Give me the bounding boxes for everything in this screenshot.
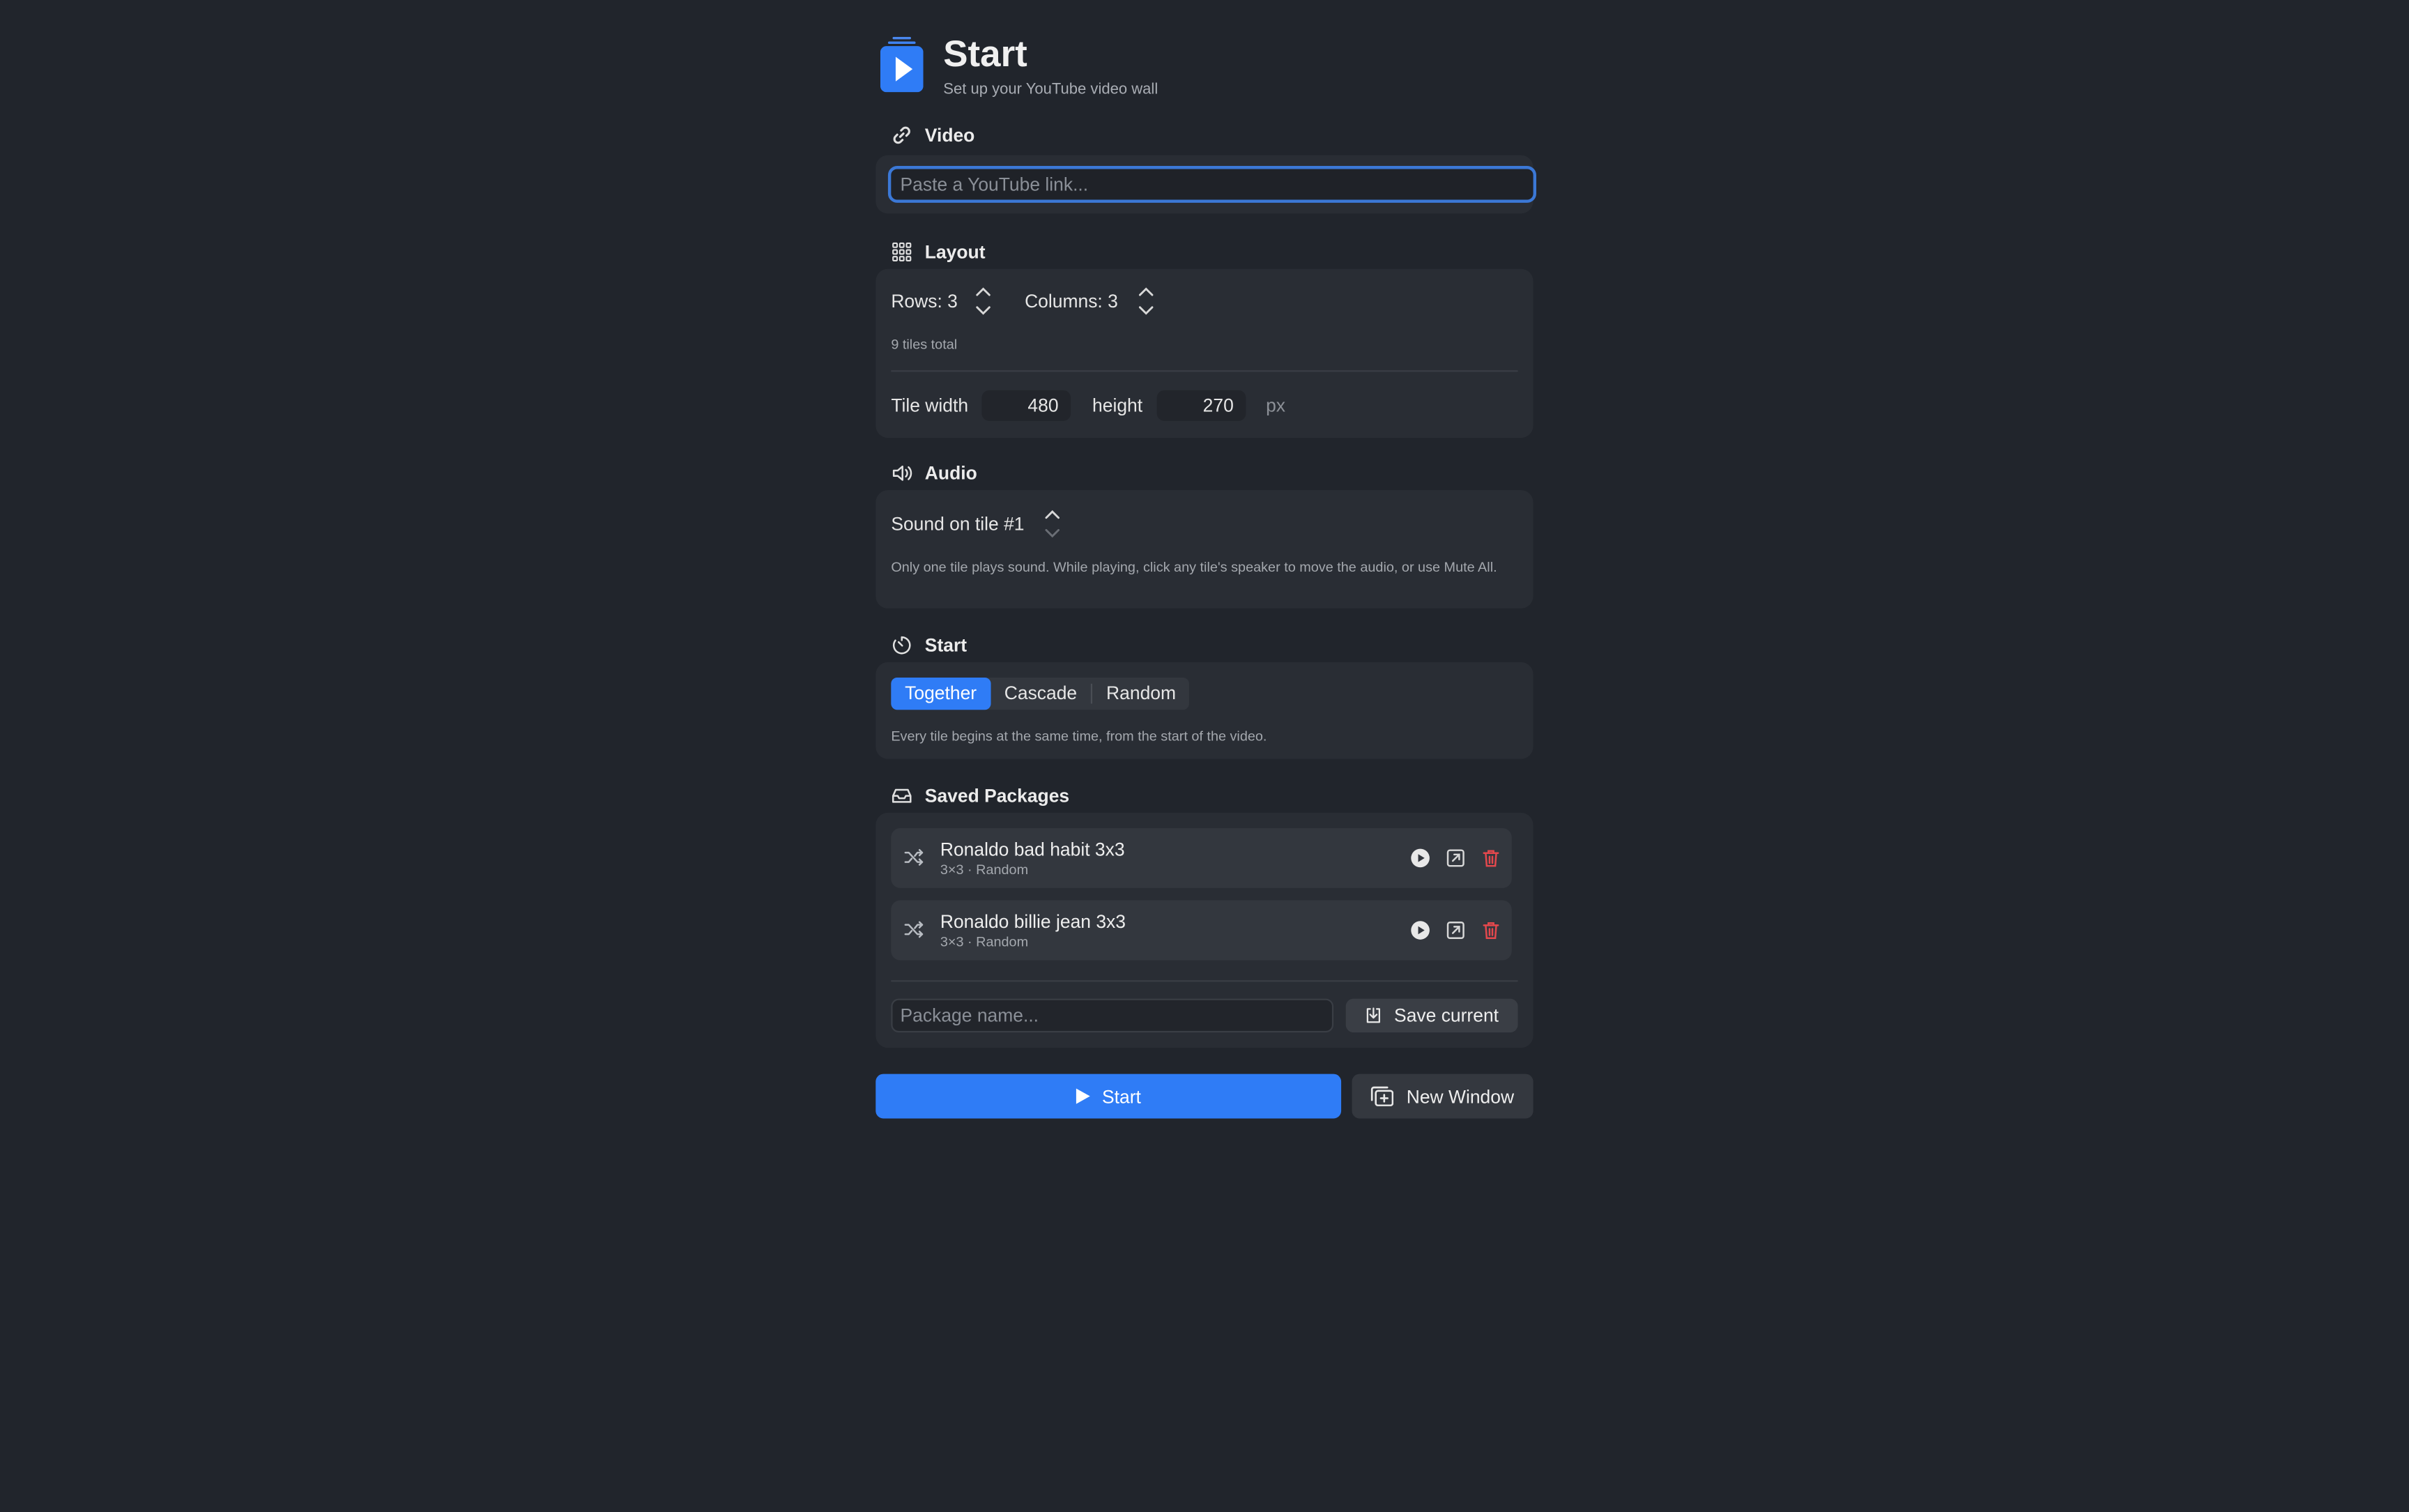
chevron-up-icon xyxy=(1045,510,1060,519)
package-item[interactable]: Ronaldo billie jean 3x3 3×3 · Random xyxy=(891,900,1512,961)
play-stack-icon xyxy=(880,36,924,93)
trash-icon[interactable] xyxy=(1481,920,1501,940)
rows-increment-button[interactable] xyxy=(971,284,995,300)
chevron-up-icon xyxy=(1138,287,1154,296)
start-mode-together[interactable]: Together xyxy=(891,677,991,710)
save-current-button[interactable]: Save current xyxy=(1345,998,1518,1033)
layout-heading-label: Layout xyxy=(924,241,986,263)
page-title: Start xyxy=(943,33,1027,75)
audio-section-heading: Audio xyxy=(891,459,977,487)
shuffle-icon xyxy=(904,921,924,938)
tile-width-label: Tile width xyxy=(891,395,969,417)
save-download-icon xyxy=(1367,1007,1382,1023)
page-subtitle: Set up your YouTube video wall xyxy=(943,81,1158,99)
tiles-total: 9 tiles total xyxy=(891,336,958,352)
video-section-heading: Video xyxy=(891,121,974,149)
start-button-label: Start xyxy=(1101,1085,1141,1107)
play-icon[interactable] xyxy=(1410,848,1430,869)
rows-label: Rows: 3 xyxy=(891,290,958,312)
video-heading-label: Video xyxy=(924,124,975,146)
page-header: Start Set up your YouTube video wall xyxy=(880,33,1526,104)
packages-card: Ronaldo bad habit 3x3 3×3 · Random Ronal… xyxy=(875,812,1534,1048)
new-window-button[interactable]: New Window xyxy=(1352,1074,1534,1119)
trash-icon[interactable] xyxy=(1481,848,1501,869)
packages-divider xyxy=(891,980,1518,982)
start-section-heading: Start xyxy=(891,632,967,659)
chevron-up-icon xyxy=(976,287,991,296)
start-heading-label: Start xyxy=(924,634,968,657)
tile-width-input[interactable]: 480 xyxy=(981,390,1071,421)
shuffle-icon xyxy=(904,848,924,866)
tile-height-input[interactable]: 270 xyxy=(1156,390,1246,421)
video-card xyxy=(875,155,1536,214)
new-window-icon xyxy=(1371,1086,1395,1106)
packages-heading-label: Saved Packages xyxy=(924,785,1070,807)
youtube-url-input[interactable] xyxy=(887,166,1536,203)
tile-unit-label: px xyxy=(1266,395,1286,417)
start-mode-cascade[interactable]: Cascade xyxy=(991,678,1091,710)
audio-note: Only one tile plays sound. While playing… xyxy=(891,559,1497,575)
chevron-down-icon xyxy=(976,306,991,315)
sound-tile-stepper[interactable] xyxy=(1040,507,1064,540)
package-meta: 3×3 · Random xyxy=(940,862,1029,878)
play-icon[interactable] xyxy=(1410,920,1430,940)
link-icon xyxy=(893,126,910,144)
sound-tile-label: Sound on tile #1 xyxy=(891,513,1025,535)
sound-tile-decrement-button[interactable] xyxy=(1040,526,1064,541)
package-name: Ronaldo billie jean 3x3 xyxy=(940,910,1126,933)
open-external-icon[interactable] xyxy=(1446,848,1466,869)
start-card: Together Cascade Random Every tile begin… xyxy=(875,662,1534,759)
layout-divider xyxy=(891,370,1518,372)
package-item[interactable]: Ronaldo bad habit 3x3 3×3 · Random xyxy=(891,827,1512,888)
package-name: Ronaldo bad habit 3x3 xyxy=(940,839,1125,861)
grid-icon xyxy=(892,242,912,262)
package-name-input[interactable] xyxy=(891,998,1334,1033)
start-mode-random[interactable]: Random xyxy=(1092,678,1190,710)
timer-icon xyxy=(892,636,911,655)
packages-section-heading: Saved Packages xyxy=(891,782,1069,810)
speaker-icon xyxy=(892,465,912,481)
audio-heading-label: Audio xyxy=(924,462,977,484)
rows-decrement-button[interactable] xyxy=(971,303,995,318)
chevron-down-icon xyxy=(1138,306,1154,315)
play-icon xyxy=(1076,1088,1091,1104)
columns-label: Columns: 3 xyxy=(1025,290,1118,312)
sound-tile-increment-button[interactable] xyxy=(1040,507,1064,522)
columns-stepper[interactable] xyxy=(1134,284,1158,318)
columns-increment-button[interactable] xyxy=(1134,284,1158,300)
layout-card: Rows: 3 Columns: 3 9 tiles total Tile wi… xyxy=(875,268,1534,438)
save-current-label: Save current xyxy=(1394,1005,1499,1027)
layout-section-heading: Layout xyxy=(891,238,986,266)
chevron-down-icon xyxy=(1045,528,1060,538)
rows-stepper[interactable] xyxy=(971,284,995,318)
start-button[interactable]: Start xyxy=(875,1074,1342,1119)
new-window-label: New Window xyxy=(1406,1085,1515,1107)
tile-height-label: height xyxy=(1092,395,1143,417)
audio-card: Sound on tile #1 Only one tile plays sou… xyxy=(875,490,1534,609)
start-mode-description: Every tile begins at the same time, from… xyxy=(891,728,1267,744)
start-mode-selector: Together Cascade Random xyxy=(891,677,1190,710)
stage: Start Set up your YouTube video wall Vid… xyxy=(0,0,2409,1512)
package-meta: 3×3 · Random xyxy=(940,934,1029,950)
inbox-icon xyxy=(892,788,912,803)
columns-decrement-button[interactable] xyxy=(1134,303,1158,318)
open-external-icon[interactable] xyxy=(1446,920,1466,940)
